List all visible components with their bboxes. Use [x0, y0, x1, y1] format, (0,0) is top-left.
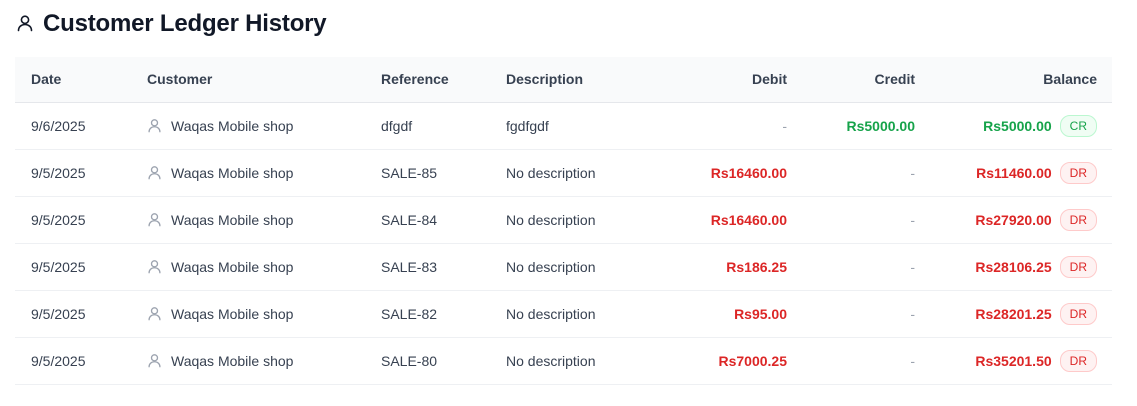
column-header-description: Description [506, 71, 584, 88]
balance-amount: Rs5000.00 [983, 117, 1052, 134]
cell-reference: SALE-80 [381, 352, 438, 369]
cell-date: 9/5/2025 [31, 164, 86, 181]
column-header-date: Date [31, 71, 62, 88]
table-row: 9/6/2025 Waqas Mobile shop dfgdf fgdfgdf - Rs… [15, 102, 1112, 149]
cell-date: 9/5/2025 [31, 352, 86, 369]
customer-name: Waqas Mobile shop [171, 117, 294, 134]
page-title: Customer Ledger History [43, 10, 327, 37]
customer-icon [147, 306, 162, 321]
cell-date: 9/5/2025 [31, 258, 86, 275]
cell-date: 9/6/2025 [31, 117, 86, 134]
cell-description: fgdfgdf [506, 117, 549, 134]
cell-reference: SALE-85 [381, 164, 438, 181]
customer-name: Waqas Mobile shop [171, 305, 294, 322]
cell-customer: Waqas Mobile shop [147, 337, 381, 384]
cell-balance: Rs27920.00 DR [915, 196, 1112, 243]
cell-reference: dfgdf [381, 117, 413, 134]
cell-balance: Rs5000.00 CR [915, 102, 1112, 149]
page-header: Customer Ledger History [16, 6, 327, 42]
table-header-row: Date Customer Reference Description Debi… [15, 57, 1112, 102]
cell-customer: Waqas Mobile shop [147, 102, 381, 149]
ledger-table-container: Date Customer Reference Description Debi… [15, 57, 1112, 385]
table-header: Date Customer Reference Description Debi… [15, 57, 1112, 102]
balance-type-badge: CR [1059, 114, 1097, 137]
cell-balance: Rs28201.25 DR [915, 290, 1112, 337]
balance-amount: Rs11460.00 [976, 164, 1052, 181]
cell-description: No description [506, 258, 596, 275]
ledger-table: Date Customer Reference Description Debi… [15, 57, 1112, 385]
customer-name: Waqas Mobile shop [171, 164, 294, 181]
cell-balance: Rs35201.50 DR [915, 337, 1112, 384]
cell-debit: Rs95.00 [734, 305, 787, 322]
balance-type-badge: DR [1059, 349, 1097, 372]
customer-icon [147, 353, 162, 368]
cell-reference: SALE-82 [381, 305, 438, 322]
cell-date: 9/5/2025 [31, 211, 86, 228]
cell-description: No description [506, 164, 596, 181]
cell-reference: SALE-84 [381, 211, 438, 228]
cell-credit: - [910, 352, 915, 369]
cell-debit: Rs16460.00 [710, 211, 787, 228]
customer-icon [147, 165, 162, 180]
cell-credit: - [910, 258, 915, 275]
customer-name: Waqas Mobile shop [171, 352, 294, 369]
balance-amount: Rs28201.25 [975, 305, 1052, 322]
table-row: 9/5/2025 Waqas Mobile shop SALE-84 No descr… [15, 196, 1112, 243]
cell-customer: Waqas Mobile shop [147, 290, 381, 337]
cell-balance: Rs28106.25 DR [915, 243, 1112, 290]
balance-type-badge: DR [1059, 255, 1097, 278]
balance-amount: Rs28106.25 [975, 258, 1052, 275]
table-row: 9/5/2025 Waqas Mobile shop SALE-85 No descr… [15, 149, 1112, 196]
balance-type-badge: DR [1059, 161, 1097, 184]
cell-customer: Waqas Mobile shop [147, 149, 381, 196]
cell-description: No description [506, 352, 596, 369]
customer-name: Waqas Mobile shop [171, 211, 294, 228]
column-header-debit: Debit [752, 71, 787, 88]
customer-icon [147, 118, 162, 133]
cell-credit: - [910, 211, 915, 228]
cell-debit: - [782, 117, 787, 134]
customer-icon [147, 259, 162, 274]
cell-description: No description [506, 211, 596, 228]
column-header-credit: Credit [874, 71, 915, 88]
cell-reference: SALE-83 [381, 258, 438, 275]
table-row: 9/5/2025 Waqas Mobile shop SALE-80 No descr… [15, 337, 1112, 384]
cell-description: No description [506, 305, 596, 322]
cell-credit: - [910, 164, 915, 181]
column-header-customer: Customer [147, 71, 213, 88]
balance-type-badge: DR [1059, 208, 1097, 231]
balance-amount: Rs27920.00 [975, 211, 1052, 228]
cell-debit: Rs186.25 [726, 258, 787, 275]
balance-amount: Rs35201.50 [975, 352, 1052, 369]
customer-icon [147, 212, 162, 227]
balance-type-badge: DR [1059, 302, 1097, 325]
cell-customer: Waqas Mobile shop [147, 243, 381, 290]
user-icon [16, 14, 34, 32]
cell-customer: Waqas Mobile shop [147, 196, 381, 243]
table-body: 9/6/2025 Waqas Mobile shop dfgdf fgdfgdf - Rs… [15, 102, 1112, 384]
cell-credit: - [910, 305, 915, 322]
cell-debit: Rs16460.00 [710, 164, 787, 181]
cell-balance: Rs11460.00 DR [915, 149, 1112, 196]
table-row: 9/5/2025 Waqas Mobile shop SALE-83 No descr… [15, 243, 1112, 290]
cell-credit: Rs5000.00 [846, 117, 915, 134]
column-header-balance: Balance [1043, 71, 1097, 88]
cell-date: 9/5/2025 [31, 305, 86, 322]
customer-name: Waqas Mobile shop [171, 258, 294, 275]
column-header-reference: Reference [381, 71, 449, 88]
cell-debit: Rs7000.25 [718, 352, 787, 369]
table-row: 9/5/2025 Waqas Mobile shop SALE-82 No descr… [15, 290, 1112, 337]
